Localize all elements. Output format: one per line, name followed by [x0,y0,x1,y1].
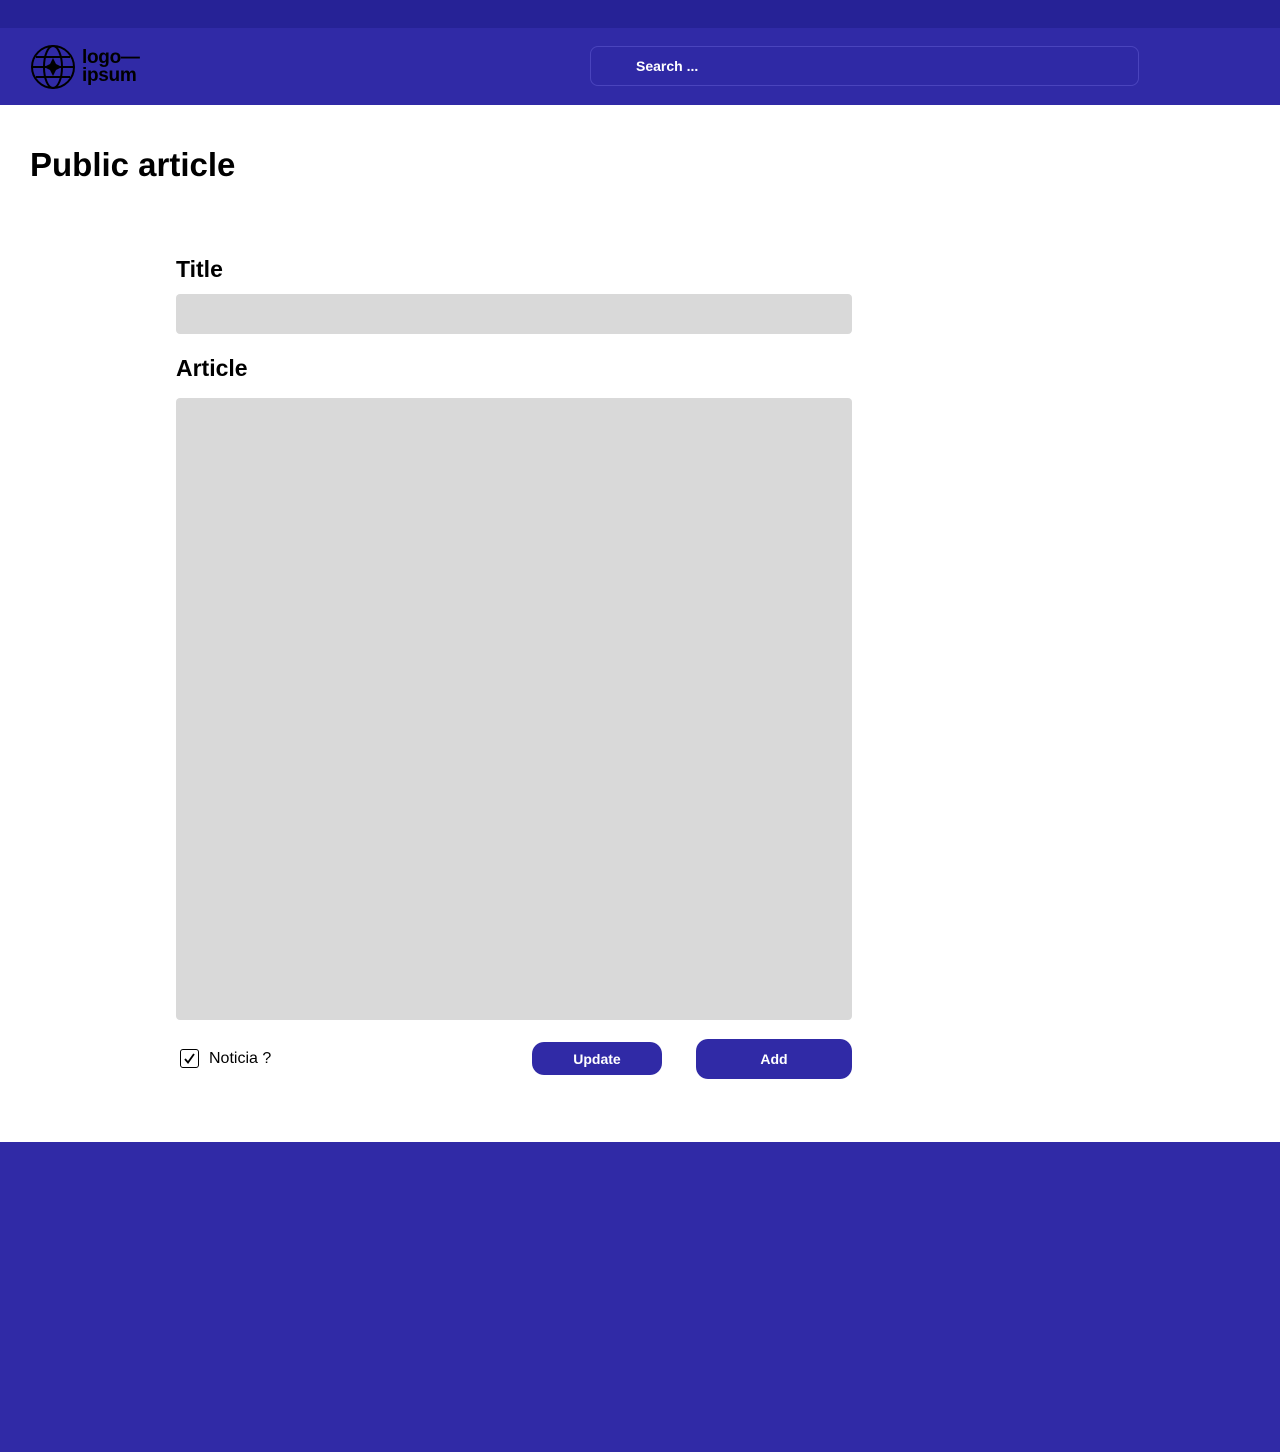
article-label: Article [176,355,248,381]
logo[interactable]: logo— ipsum [30,44,150,90]
title-label: Title [176,256,223,282]
site-header: logo— ipsum [0,28,1280,105]
title-input[interactable] [176,294,852,334]
globe-logo-icon [31,45,75,89]
logo-wordmark: logo— ipsum [82,48,140,86]
noticia-checkbox[interactable] [180,1049,199,1068]
update-button[interactable]: Update [532,1042,662,1075]
search-input[interactable] [591,47,1138,85]
article-textarea[interactable] [176,398,852,1020]
noticia-checkbox-row[interactable]: Noticia ? [180,1049,271,1068]
search-box [590,46,1139,86]
page-title: Public article [30,146,236,183]
top-strip [0,0,1280,28]
logo-line-2: ipsum [82,65,137,86]
add-button[interactable]: Add [696,1039,852,1079]
checkmark-icon [184,1053,195,1064]
site-footer [0,1142,1280,1452]
noticia-label: Noticia ? [209,1049,272,1067]
